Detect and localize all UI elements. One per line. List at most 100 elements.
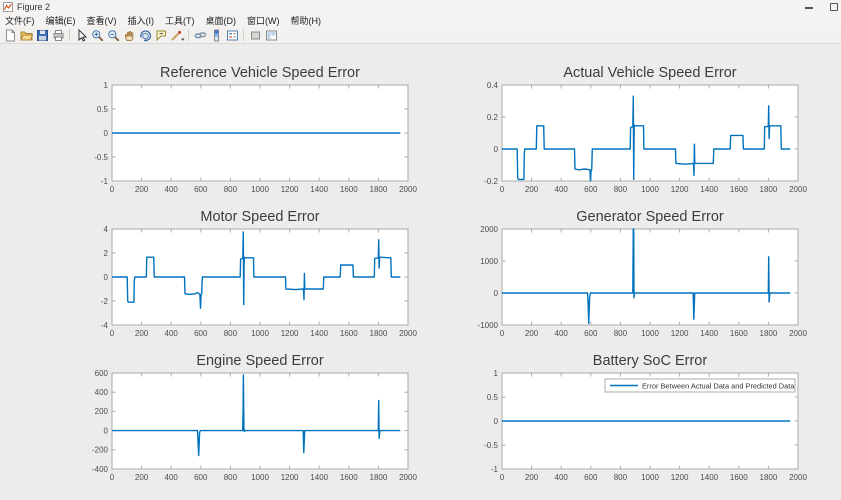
x-tick-label: 200 [525, 329, 539, 338]
figure-toolbar [0, 27, 841, 44]
figure-canvas: 0200400600800100012001400160018002000-1-… [0, 44, 841, 500]
menu-item-desktop[interactable]: 桌面(D) [206, 14, 237, 27]
x-tick-label: 800 [614, 185, 628, 194]
x-tick-label: 1000 [641, 473, 659, 482]
x-tick-label: 1800 [370, 329, 388, 338]
chart-engine-speed-error[interactable]: 0200400600800100012001400160018002000-40… [88, 353, 424, 493]
arrow-cursor-icon [75, 29, 88, 42]
zoom-out-button[interactable] [105, 28, 121, 43]
x-tick-label: 2000 [789, 329, 807, 338]
rotate-3d-button[interactable] [137, 28, 153, 43]
x-tick-label: 800 [614, 473, 628, 482]
zoom-in-button[interactable] [89, 28, 105, 43]
legend-label: Error Between Actual Data and Predicted … [642, 381, 795, 390]
y-tick-label: 2 [104, 249, 109, 258]
chart-actual-vehicle-speed-error[interactable]: 0200400600800100012001400160018002000-0.… [478, 65, 814, 205]
y-tick-label: -200 [92, 446, 109, 455]
x-tick-label: 200 [135, 185, 149, 194]
new-figure-button[interactable] [2, 28, 18, 43]
x-tick-label: 200 [135, 329, 149, 338]
chart-title: Actual Vehicle Speed Error [563, 65, 736, 81]
menu-item-file[interactable]: 文件(F) [5, 14, 35, 27]
x-tick-label: 2000 [789, 473, 807, 482]
x-tick-label: 1800 [760, 329, 778, 338]
x-tick-label: 1200 [281, 473, 299, 482]
x-tick-label: 1400 [700, 329, 718, 338]
chart-reference-vehicle-speed-error[interactable]: 0200400600800100012001400160018002000-1-… [88, 65, 424, 205]
chart-battery-soc-error[interactable]: 0200400600800100012001400160018002000-1-… [478, 353, 814, 493]
x-tick-label: 1600 [340, 185, 358, 194]
x-tick-label: 1400 [700, 473, 718, 482]
x-tick-label: 1600 [340, 329, 358, 338]
y-tick-label: 200 [95, 407, 109, 416]
x-tick-label: 200 [525, 473, 539, 482]
menubar: 文件(F) 编辑(E) 查看(V) 插入(I) 工具(T) 桌面(D) 窗口(W… [0, 14, 841, 27]
x-tick-label: 1400 [700, 185, 718, 194]
matlab-figure-icon [3, 2, 13, 12]
y-tick-label: -1 [101, 177, 109, 186]
x-tick-label: 1000 [641, 329, 659, 338]
x-tick-label: 600 [584, 473, 598, 482]
y-tick-label: -2 [101, 297, 109, 306]
save-figure-button[interactable] [34, 28, 50, 43]
new-document-icon [4, 29, 17, 42]
x-tick-label: 2000 [399, 185, 417, 194]
x-tick-label: 1800 [370, 473, 388, 482]
x-tick-label: 600 [194, 473, 208, 482]
menu-item-tools[interactable]: 工具(T) [165, 14, 195, 27]
x-tick-label: 0 [110, 329, 115, 338]
edit-plot-button[interactable] [73, 28, 89, 43]
x-tick-label: 0 [500, 473, 505, 482]
x-tick-label: 600 [194, 329, 208, 338]
y-tick-label: -0.5 [484, 441, 498, 450]
insert-legend-button[interactable] [224, 28, 240, 43]
chart-motor-speed-error[interactable]: 0200400600800100012001400160018002000-4-… [88, 209, 424, 349]
link-plot-button[interactable] [192, 28, 208, 43]
zoom-out-icon [107, 29, 120, 42]
hide-plot-tools-button[interactable] [247, 28, 263, 43]
chart-generator-speed-error[interactable]: 0200400600800100012001400160018002000-10… [478, 209, 814, 349]
window-controls [781, 0, 841, 14]
chain-link-icon [194, 29, 207, 42]
toolbar-separator [243, 29, 244, 41]
toolbar-separator [188, 29, 189, 41]
show-plot-tools-button[interactable] [263, 28, 279, 43]
x-tick-label: 1000 [251, 329, 269, 338]
y-tick-label: 0 [104, 273, 109, 282]
y-tick-label: 1 [494, 369, 499, 378]
y-tick-label: -1 [491, 465, 499, 474]
y-tick-label: 4 [104, 225, 109, 234]
x-tick-label: 1200 [281, 185, 299, 194]
pan-button[interactable] [121, 28, 137, 43]
open-file-button[interactable] [18, 28, 34, 43]
menu-item-help[interactable]: 帮助(H) [291, 14, 322, 27]
menu-item-edit[interactable]: 编辑(E) [46, 14, 76, 27]
menu-item-window[interactable]: 窗口(W) [247, 14, 280, 27]
y-tick-label: 0 [104, 426, 109, 435]
chart-title: Motor Speed Error [200, 209, 319, 225]
x-tick-label: 800 [614, 329, 628, 338]
open-folder-icon [20, 29, 33, 42]
show-plot-tools-icon [265, 29, 278, 42]
x-tick-label: 800 [224, 185, 238, 194]
menu-item-view[interactable]: 查看(V) [87, 14, 117, 27]
y-tick-label: 0.5 [487, 393, 499, 402]
x-tick-label: 200 [135, 473, 149, 482]
y-tick-label: -0.2 [484, 177, 498, 186]
menu-item-insert[interactable]: 插入(I) [128, 14, 155, 27]
print-figure-button[interactable] [50, 28, 66, 43]
minimize-button[interactable] [805, 7, 813, 9]
x-tick-label: 400 [165, 473, 179, 482]
data-cursor-button[interactable] [153, 28, 169, 43]
y-tick-label: 600 [95, 369, 109, 378]
y-tick-label: -4 [101, 321, 109, 330]
chart-title: Battery SoC Error [593, 353, 708, 369]
insert-colorbar-button[interactable] [208, 28, 224, 43]
maximize-button[interactable] [830, 3, 838, 11]
brush-data-button[interactable] [169, 28, 185, 43]
plot-area [502, 85, 798, 181]
y-tick-label: 0 [494, 145, 499, 154]
x-tick-label: 1200 [671, 473, 689, 482]
x-tick-label: 1800 [760, 473, 778, 482]
y-tick-label: 1000 [480, 257, 498, 266]
